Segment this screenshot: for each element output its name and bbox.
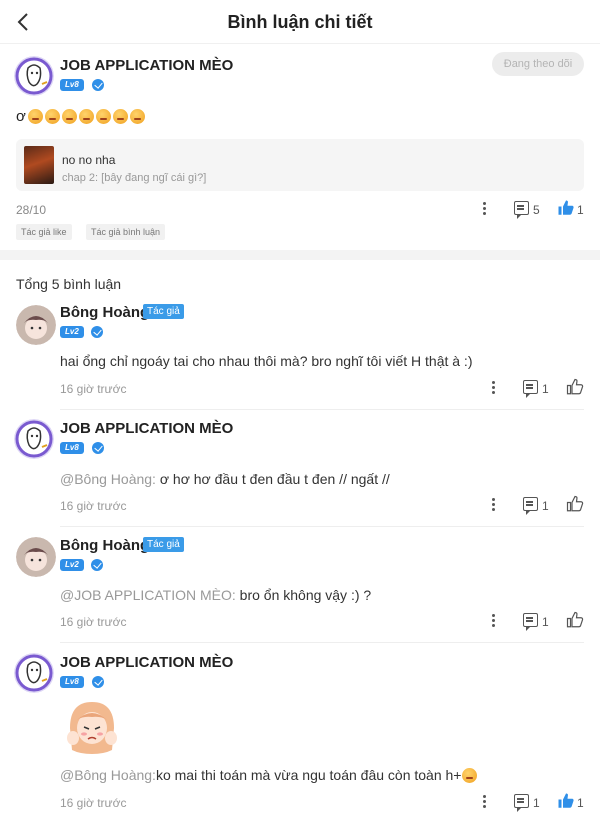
level-badge: Lv2 — [60, 559, 84, 571]
reply-text: @JOB APPLICATION MÈO: bro ổn không vậy :… — [60, 587, 371, 603]
reply-body: ko mai thi toán mà vừa ngu toán đâu còn … — [155, 767, 462, 783]
level-badge: Lv8 — [60, 676, 84, 688]
like-filled-icon[interactable] — [557, 199, 575, 217]
chapter-thumbnail — [24, 146, 54, 184]
reply-divider — [60, 526, 584, 527]
grimace-emoji-icon — [462, 767, 478, 783]
more-icon[interactable] — [491, 380, 497, 396]
angry-emoji-icon — [95, 109, 111, 124]
like-icon[interactable] — [566, 378, 584, 396]
post-user-name[interactable]: JOB APPLICATION MÈO — [60, 57, 233, 74]
mention[interactable]: @Bông Hoàng: — [60, 767, 156, 783]
section-divider — [0, 250, 600, 260]
like-icon[interactable] — [566, 611, 584, 629]
reply-time: 16 giờ trước — [60, 615, 127, 629]
comment-count: 1 — [533, 796, 540, 810]
crying-girl-sticker — [67, 702, 117, 754]
chapter-subtitle: chap 2: [bây đang ngĩ cái gì?] — [62, 172, 207, 184]
verified-icon — [92, 442, 104, 454]
reply-user-name[interactable]: Bông Hoàng — [60, 304, 149, 321]
verified-icon — [91, 326, 103, 338]
reply-text: @Bông Hoàng: ơ hơ hơ đầu t đen đầu t đen… — [60, 471, 390, 487]
comment-icon[interactable] — [514, 794, 529, 812]
comment-icon[interactable] — [523, 380, 538, 398]
tag-author-comment: Tác giả bình luận — [86, 224, 166, 240]
reply-user-name[interactable]: JOB APPLICATION MÈO — [60, 654, 233, 671]
comment-count: 1 — [542, 499, 549, 513]
comment-count: 5 — [533, 203, 540, 217]
reply-text: @Bông Hoàng: ko mai thi toán mà vừa ngu … — [60, 767, 478, 783]
author-badge: Tác giả — [143, 304, 184, 319]
tag-author-like: Tác giả like — [16, 224, 72, 240]
more-icon[interactable] — [482, 201, 488, 217]
level-badge: Lv8 — [60, 79, 84, 91]
follow-button[interactable]: Đang theo dõi — [492, 52, 584, 76]
verified-icon — [91, 559, 103, 571]
angry-emoji-icon — [78, 109, 94, 124]
reply-divider — [60, 409, 584, 410]
avatar[interactable] — [14, 419, 54, 459]
reply-time: 16 giờ trước — [60, 796, 127, 810]
chapter-title: no no nha — [62, 153, 116, 167]
comment-icon[interactable] — [514, 201, 529, 219]
reply-body: hai ổng chỉ ngoáy tai cho nhau thôi mà? … — [60, 353, 473, 369]
angry-emoji-icon — [112, 109, 128, 124]
reply-user-name[interactable]: Bông Hoàng — [60, 537, 149, 554]
reply-body: ơ hơ hơ đầu t đen đầu t đen // ngất // — [155, 471, 390, 487]
avatar[interactable] — [14, 653, 54, 693]
reply-time: 16 giờ trước — [60, 499, 127, 513]
page-title: Bình luận chi tiết — [227, 12, 373, 32]
reply-text: hai ổng chỉ ngoáy tai cho nhau thôi mà? … — [60, 353, 472, 369]
level-badge: Lv2 — [60, 326, 84, 338]
comment-icon[interactable] — [523, 497, 538, 515]
like-icon[interactable] — [566, 495, 584, 513]
post-date: 28/10 — [16, 203, 47, 217]
avatar[interactable] — [16, 305, 56, 345]
header-bar: Bình luận chi tiết — [0, 0, 600, 44]
angry-emoji-icon — [27, 109, 43, 124]
level-badge: Lv8 — [60, 442, 84, 454]
comment-count: 1 — [542, 615, 549, 629]
author-badge: Tác giả — [143, 537, 184, 552]
total-comments-label: Tổng 5 bình luận — [16, 276, 122, 292]
mention[interactable]: @Bông Hoàng: — [60, 471, 156, 487]
verified-icon — [92, 676, 104, 688]
angry-emoji-icon — [129, 109, 145, 124]
reply-divider — [60, 642, 584, 643]
more-icon[interactable] — [491, 613, 497, 629]
reply-body: bro ổn không vậy :) ? — [235, 587, 372, 603]
angry-emoji-icon — [61, 109, 77, 124]
avatar[interactable] — [16, 537, 56, 577]
post-text: ơ — [16, 108, 26, 125]
like-filled-icon[interactable] — [557, 792, 575, 810]
verified-icon — [92, 79, 104, 91]
comment-count: 1 — [542, 382, 549, 396]
more-icon[interactable] — [482, 794, 488, 810]
more-icon[interactable] — [491, 497, 497, 513]
post-content: ơ — [16, 108, 145, 125]
mention[interactable]: @JOB APPLICATION MÈO: — [60, 587, 236, 603]
reply-user-name[interactable]: JOB APPLICATION MÈO — [60, 420, 233, 437]
comment-icon[interactable] — [523, 613, 538, 631]
like-count: 1 — [577, 796, 584, 810]
avatar[interactable] — [14, 56, 54, 96]
reply-time: 16 giờ trước — [60, 382, 127, 396]
angry-emoji-icon — [44, 109, 60, 124]
like-count: 1 — [577, 203, 584, 217]
chapter-card[interactable]: no no nha chap 2: [bây đang ngĩ cái gì?] — [16, 139, 584, 191]
